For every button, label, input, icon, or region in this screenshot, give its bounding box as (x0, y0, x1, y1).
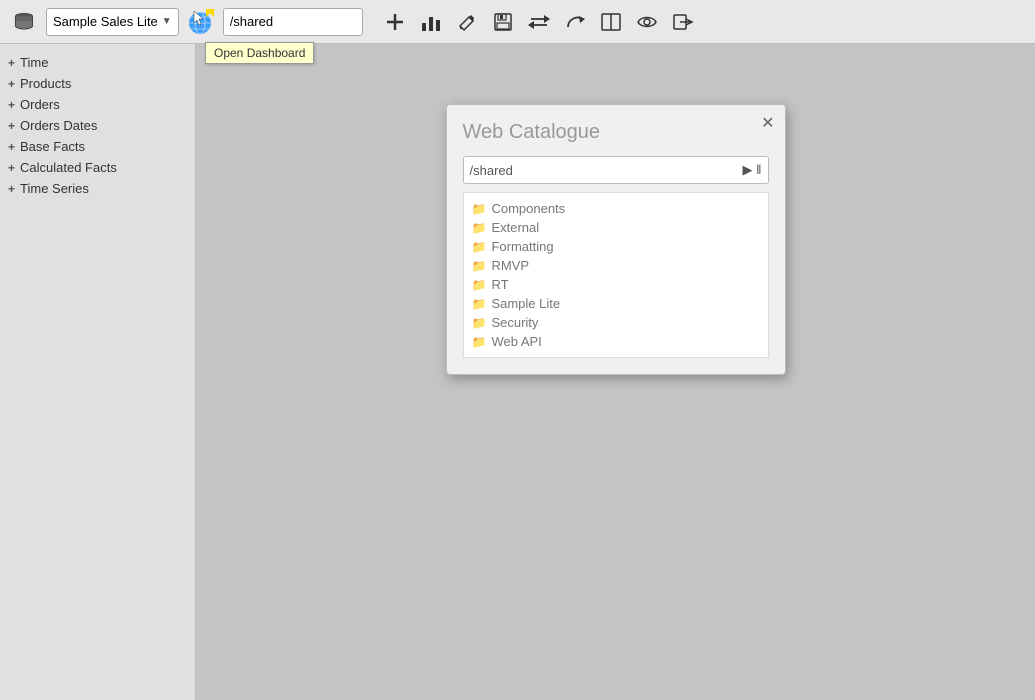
modal-overlay: ✕ Web Catalogue /shared ▶ ‖ 📁 Components… (196, 44, 1035, 700)
sidebar-item-products[interactable]: + Products (0, 73, 195, 94)
transfer-button[interactable] (523, 6, 555, 38)
datasource-label: Sample Sales Lite (53, 14, 158, 29)
main-layout: + Time + Products + Orders + Orders Date… (0, 44, 1035, 700)
folder-icon: 📁 (472, 335, 487, 349)
export-button[interactable] (667, 6, 699, 38)
folder-item-label: RMVP (491, 258, 529, 273)
navigate-button[interactable] (183, 4, 219, 40)
expand-icon: + (8, 77, 15, 91)
database-icon (13, 11, 35, 33)
folder-item-external[interactable]: 📁 External (472, 218, 760, 237)
dialog-path-row: /shared ▶ ‖ (463, 156, 769, 184)
folder-icon: 📁 (472, 316, 487, 330)
folder-icon: 📁 (472, 202, 487, 216)
edit-button[interactable] (451, 6, 483, 38)
sidebar-item-label: Orders (20, 97, 60, 112)
web-catalogue-dialog: ✕ Web Catalogue /shared ▶ ‖ 📁 Components… (446, 104, 786, 375)
folder-item-sample-lite[interactable]: 📁 Sample Lite (472, 294, 760, 313)
sidebar-item-orders[interactable]: + Orders (0, 94, 195, 115)
folder-item-formatting[interactable]: 📁 Formatting (472, 237, 760, 256)
dialog-folder-list: 📁 Components 📁 External 📁 Formatting 📁 R… (463, 192, 769, 358)
folder-item-label: External (491, 220, 539, 235)
sidebar-item-base-facts[interactable]: + Base Facts (0, 136, 195, 157)
folder-item-label: Security (491, 315, 538, 330)
transfer-icon (528, 11, 550, 33)
expand-icon: + (8, 119, 15, 133)
expand-icon: + (8, 140, 15, 154)
expand-icon: + (8, 182, 15, 196)
sidebar-item-label: Time Series (20, 181, 89, 196)
dialog-path-text: /shared (470, 163, 739, 178)
folder-icon: 📁 (472, 297, 487, 311)
path-input-wrapper (223, 8, 363, 36)
sidebar-item-label: Time (20, 55, 48, 70)
folder-icon: 📁 (472, 278, 487, 292)
db-icon-button[interactable] (6, 4, 42, 40)
add-button[interactable] (379, 6, 411, 38)
redo-icon (564, 11, 586, 33)
folder-item-rt[interactable]: 📁 RT (472, 275, 760, 294)
folder-item-web-api[interactable]: 📁 Web API (472, 332, 760, 351)
redo-button[interactable] (559, 6, 591, 38)
sidebar-item-calculated-facts[interactable]: + Calculated Facts (0, 157, 195, 178)
chart-button[interactable] (415, 6, 447, 38)
sidebar-item-orders-dates[interactable]: + Orders Dates (0, 115, 195, 136)
content-area: ✕ Web Catalogue /shared ▶ ‖ 📁 Components… (196, 44, 1035, 700)
folder-icon: 📁 (472, 259, 487, 273)
datasource-dropdown[interactable]: Sample Sales Lite ▼ (46, 8, 179, 36)
path-input[interactable] (230, 14, 350, 29)
folder-item-label: Sample Lite (491, 296, 560, 311)
browser-nav-icon (186, 7, 216, 37)
folder-item-security[interactable]: 📁 Security (472, 313, 760, 332)
sidebar-item-label: Base Facts (20, 139, 85, 154)
layout-icon (600, 11, 622, 33)
expand-icon: + (8, 161, 15, 175)
tooltip-text: Open Dashboard (214, 46, 305, 60)
toolbar: Sample Sales Lite ▼ (0, 0, 1035, 44)
sidebar-item-label: Orders Dates (20, 118, 97, 133)
sidebar-item-time[interactable]: + Time (0, 52, 195, 73)
sidebar-item-time-series[interactable]: + Time Series (0, 178, 195, 199)
bar-chart-icon (420, 11, 442, 33)
folder-icon: 📁 (472, 221, 487, 235)
dialog-close-button[interactable]: ✕ (761, 113, 774, 133)
expand-icon: + (8, 56, 15, 70)
folder-item-label: Formatting (491, 239, 553, 254)
add-icon (385, 12, 405, 32)
sidebar-item-label: Calculated Facts (20, 160, 117, 175)
layout-button[interactable] (595, 6, 627, 38)
save-icon (493, 12, 513, 32)
dialog-play-button[interactable]: ▶ ‖ (743, 162, 762, 178)
export-icon (672, 11, 694, 33)
open-dashboard-tooltip: Open Dashboard (205, 42, 314, 64)
expand-icon: + (8, 98, 15, 112)
folder-icon: 📁 (472, 240, 487, 254)
folder-item-label: Components (491, 201, 565, 216)
save-button[interactable] (487, 6, 519, 38)
dropdown-arrow-icon: ▼ (162, 16, 172, 27)
eye-icon (636, 11, 658, 33)
dialog-title: Web Catalogue (463, 121, 769, 144)
view-button[interactable] (631, 6, 663, 38)
folder-item-label: RT (491, 277, 508, 292)
sidebar-item-label: Products (20, 76, 71, 91)
pencil-icon (457, 12, 477, 32)
folder-item-rmvp[interactable]: 📁 RMVP (472, 256, 760, 275)
folder-item-components[interactable]: 📁 Components (472, 199, 760, 218)
folder-item-label: Web API (491, 334, 541, 349)
sidebar: + Time + Products + Orders + Orders Date… (0, 44, 196, 700)
